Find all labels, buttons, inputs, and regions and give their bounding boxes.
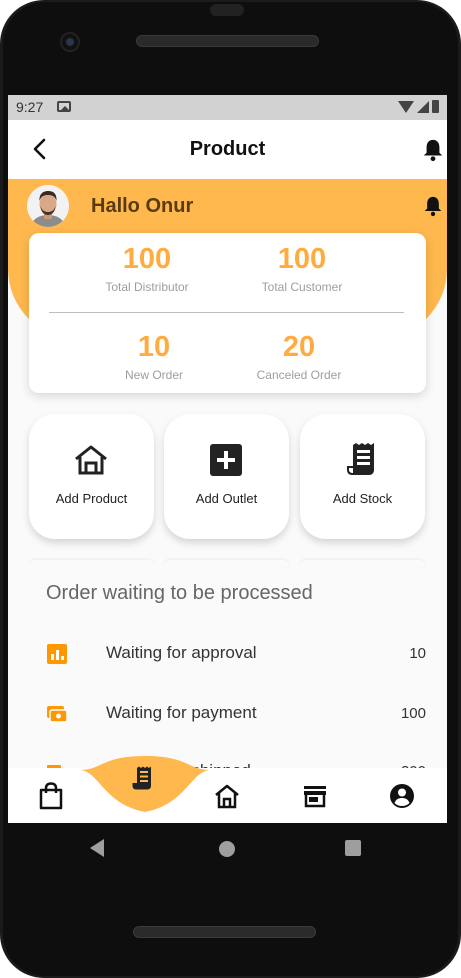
tile-edge [300, 560, 425, 566]
bottom-navigation [8, 768, 447, 823]
order-count: 10 [409, 645, 426, 662]
notification-bell-icon[interactable] [422, 138, 444, 162]
stats-card: 100 Total Distributor 100 Total Customer… [29, 233, 426, 393]
payment-icon [47, 706, 68, 723]
stat-value: 100 [122, 243, 172, 275]
next-tiles-row [29, 560, 447, 566]
home-icon [75, 445, 107, 475]
stat-total-distributor: 100 Total Distributor [57, 243, 237, 294]
add-product-button[interactable]: Add Product [29, 414, 154, 539]
order-count: 100 [400, 705, 426, 722]
status-bar: 9:27 [8, 95, 447, 120]
stat-value: 20 [282, 331, 316, 363]
stat-canceled-order: 20 Canceled Order [209, 331, 389, 382]
stat-value: 100 [277, 243, 327, 275]
android-home-icon[interactable] [219, 841, 235, 857]
android-navigation-bar [8, 823, 447, 879]
front-camera [60, 32, 80, 52]
tile-edge [29, 560, 154, 566]
order-label: Waiting for approval [106, 643, 257, 662]
app-screen: 9:27 Product Hallo Onur 100 Total Distri… [8, 95, 447, 823]
action-label: Add Stock [332, 491, 393, 506]
stat-total-customer: 100 Total Customer [212, 243, 392, 294]
page-title: Product [189, 138, 266, 160]
order-label: Waiting for payment [106, 703, 257, 722]
account-icon[interactable] [389, 782, 415, 810]
add-outlet-button[interactable]: Add Outlet [164, 414, 289, 539]
add-stock-button[interactable]: Add Stock [300, 414, 425, 539]
battery-icon [432, 100, 439, 113]
top-sensor [210, 4, 244, 16]
status-indicators [398, 100, 439, 113]
order-row-payment[interactable]: Waiting for payment 100 [46, 700, 426, 730]
signal-icon [417, 100, 429, 113]
order-row-approval[interactable]: Waiting for approval 10 [46, 640, 426, 670]
stat-label: Total Customer [261, 280, 343, 294]
image-notification-icon [57, 101, 71, 112]
tile-edge [164, 560, 289, 566]
avatar-image [27, 185, 69, 227]
action-label: Add Product [55, 491, 128, 506]
stat-label: Total Distributor [105, 280, 189, 294]
status-time: 9:27 [16, 99, 44, 115]
bottom-speaker [133, 926, 316, 938]
action-label: Add Outlet [195, 491, 258, 506]
android-back-icon[interactable] [90, 839, 104, 857]
center-nav-button[interactable] [79, 756, 211, 818]
stats-divider [49, 312, 404, 313]
shopping-bag-icon[interactable] [38, 782, 64, 810]
store-icon[interactable] [302, 782, 328, 810]
home-icon[interactable] [214, 782, 240, 810]
stat-label: Canceled Order [256, 368, 342, 382]
chart-box-icon [47, 644, 67, 664]
wifi-icon [398, 100, 414, 113]
app-bar: Product [8, 120, 447, 179]
receipt-icon [347, 443, 374, 475]
earpiece-speaker [136, 35, 319, 47]
android-recents-icon[interactable] [345, 840, 361, 856]
header-bell-icon[interactable] [423, 195, 443, 217]
quick-actions: Add Product Add Outlet Add Stock [29, 414, 447, 539]
plus-box-icon [210, 444, 242, 476]
avatar[interactable] [27, 185, 69, 227]
greeting-text: Hallo Onur [91, 195, 194, 217]
orders-section-title: Order waiting to be processed [46, 582, 313, 604]
